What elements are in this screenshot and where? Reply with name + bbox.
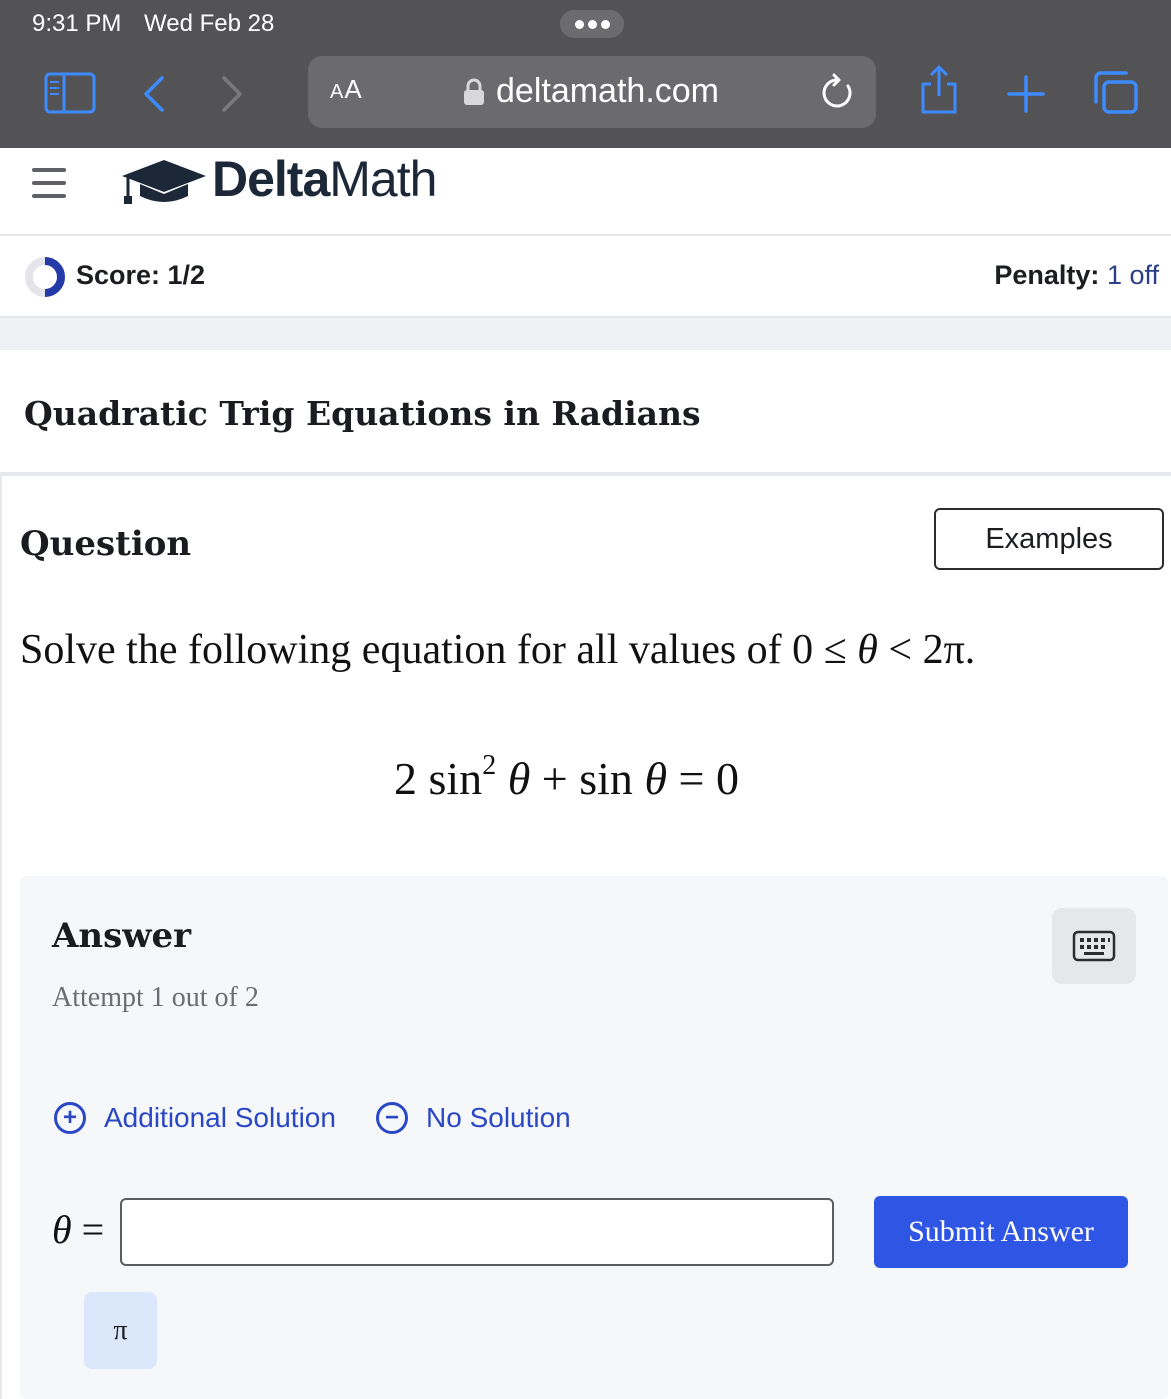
plus-circle-icon: + (54, 1102, 86, 1134)
new-tab-icon[interactable] (1006, 74, 1046, 119)
app-header: DeltaMath (0, 148, 1171, 236)
browser-toolbar: AA deltamath.com (0, 52, 1171, 148)
score-bar: Score: 1/2 Penalty: 1 off (0, 236, 1171, 318)
score-progress-ring (24, 256, 66, 303)
answer-panel: Answer Attempt 1 out of 2 + Additional S… (20, 876, 1168, 1399)
additional-solution-button[interactable]: + Additional Solution (54, 1102, 336, 1134)
answer-heading: Answer (52, 916, 192, 956)
deltamath-logo[interactable]: DeltaMath (212, 150, 437, 208)
question-card: Question Examples Solve the following eq… (0, 476, 1171, 1399)
status-time: 9:31 PM (32, 10, 122, 37)
back-icon[interactable] (140, 74, 168, 119)
status-bar: 9:31 PM Wed Feb 28 (0, 0, 1171, 52)
graduation-cap-icon (118, 154, 210, 215)
section-divider (0, 318, 1171, 350)
minus-circle-icon: − (376, 1102, 408, 1134)
menu-icon[interactable] (32, 168, 66, 198)
pi-key-button[interactable]: π (84, 1292, 157, 1369)
keyboard-toggle-button[interactable] (1052, 908, 1136, 984)
sidebar-icon[interactable] (44, 72, 96, 119)
assignment-title-area: Quadratic Trig Equations in Radians (0, 350, 1171, 476)
url-text[interactable]: deltamath.com (496, 72, 719, 111)
no-solution-button[interactable]: − No Solution (376, 1102, 571, 1134)
penalty-indicator: Penalty: 1 off (994, 260, 1159, 290)
submit-answer-button[interactable]: Submit Answer (874, 1196, 1128, 1268)
forward-icon[interactable] (218, 74, 246, 119)
examples-button[interactable]: Examples (934, 508, 1164, 570)
question-heading: Question (20, 524, 192, 564)
question-prompt: Solve the following equation for all val… (20, 627, 976, 673)
keyboard-icon (1072, 930, 1116, 962)
share-icon[interactable] (918, 64, 960, 121)
text-size-button[interactable]: AA (330, 74, 363, 105)
lock-icon (463, 78, 485, 111)
page-title: Quadratic Trig Equations in Radians (24, 394, 701, 433)
status-date: Wed Feb 28 (144, 10, 275, 37)
address-bar[interactable]: AA deltamath.com (308, 56, 876, 128)
question-equation: 2 sin2 θ + sin θ = 0 (394, 749, 739, 804)
answer-input[interactable] (120, 1198, 834, 1266)
tabs-icon[interactable] (1092, 70, 1140, 121)
answer-variable-label: θ = (52, 1207, 105, 1252)
score-label: Score: 1/2 (76, 260, 206, 290)
reload-icon[interactable] (820, 72, 856, 117)
attempt-counter: Attempt 1 out of 2 (52, 982, 259, 1013)
multitasking-dots-icon[interactable] (560, 10, 624, 38)
